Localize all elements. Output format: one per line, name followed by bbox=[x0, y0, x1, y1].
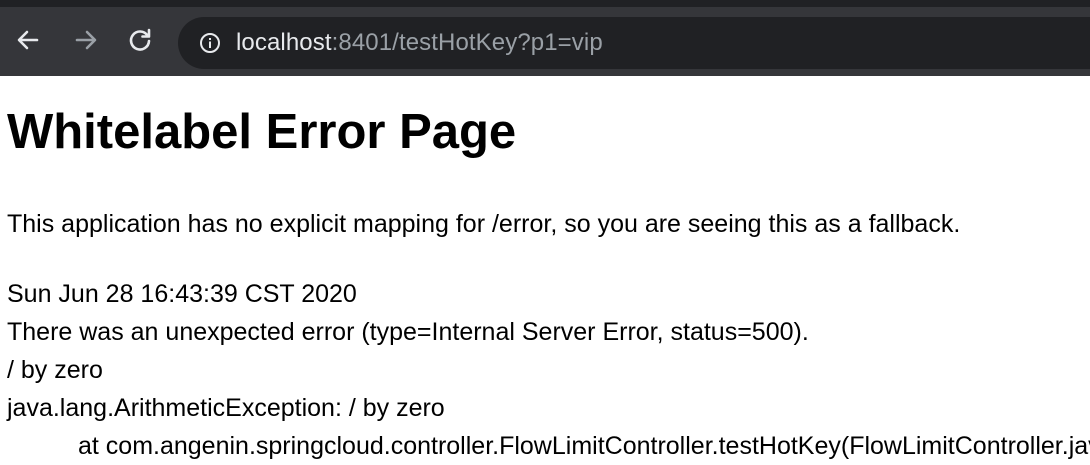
page-title: Whitelabel Error Page bbox=[7, 105, 517, 159]
info-circle-icon[interactable] bbox=[198, 31, 222, 55]
reload-icon bbox=[127, 27, 153, 58]
reload-button[interactable] bbox=[124, 26, 156, 58]
address-bar[interactable]: localhost:8401/testHotKey?p1=vip bbox=[178, 17, 1090, 69]
stack-trace-line: at com.angenin.springcloud.controller.Fl… bbox=[78, 432, 1090, 460]
exception-line: java.lang.ArithmeticException: / by zero bbox=[7, 394, 445, 422]
back-button[interactable] bbox=[12, 26, 44, 58]
error-details: Sun Jun 28 16:43:39 CST 2020 There was a… bbox=[7, 275, 1090, 465]
fallback-message: This application has no explicit mapping… bbox=[7, 210, 961, 238]
arrow-right-icon bbox=[73, 27, 99, 58]
error-message: / by zero bbox=[7, 356, 103, 384]
browser-toolbar: localhost:8401/testHotKey?p1=vip bbox=[0, 0, 1090, 76]
url-text[interactable]: localhost:8401/testHotKey?p1=vip bbox=[236, 29, 603, 57]
tab-strip-edge bbox=[0, 0, 1090, 7]
error-summary: There was an unexpected error (type=Inte… bbox=[7, 318, 809, 346]
arrow-left-icon bbox=[15, 27, 41, 58]
url-path: :8401/testHotKey?p1=vip bbox=[331, 29, 603, 56]
url-host: localhost bbox=[236, 29, 332, 56]
error-timestamp: Sun Jun 28 16:43:39 CST 2020 bbox=[7, 280, 357, 308]
forward-button[interactable] bbox=[70, 26, 102, 58]
